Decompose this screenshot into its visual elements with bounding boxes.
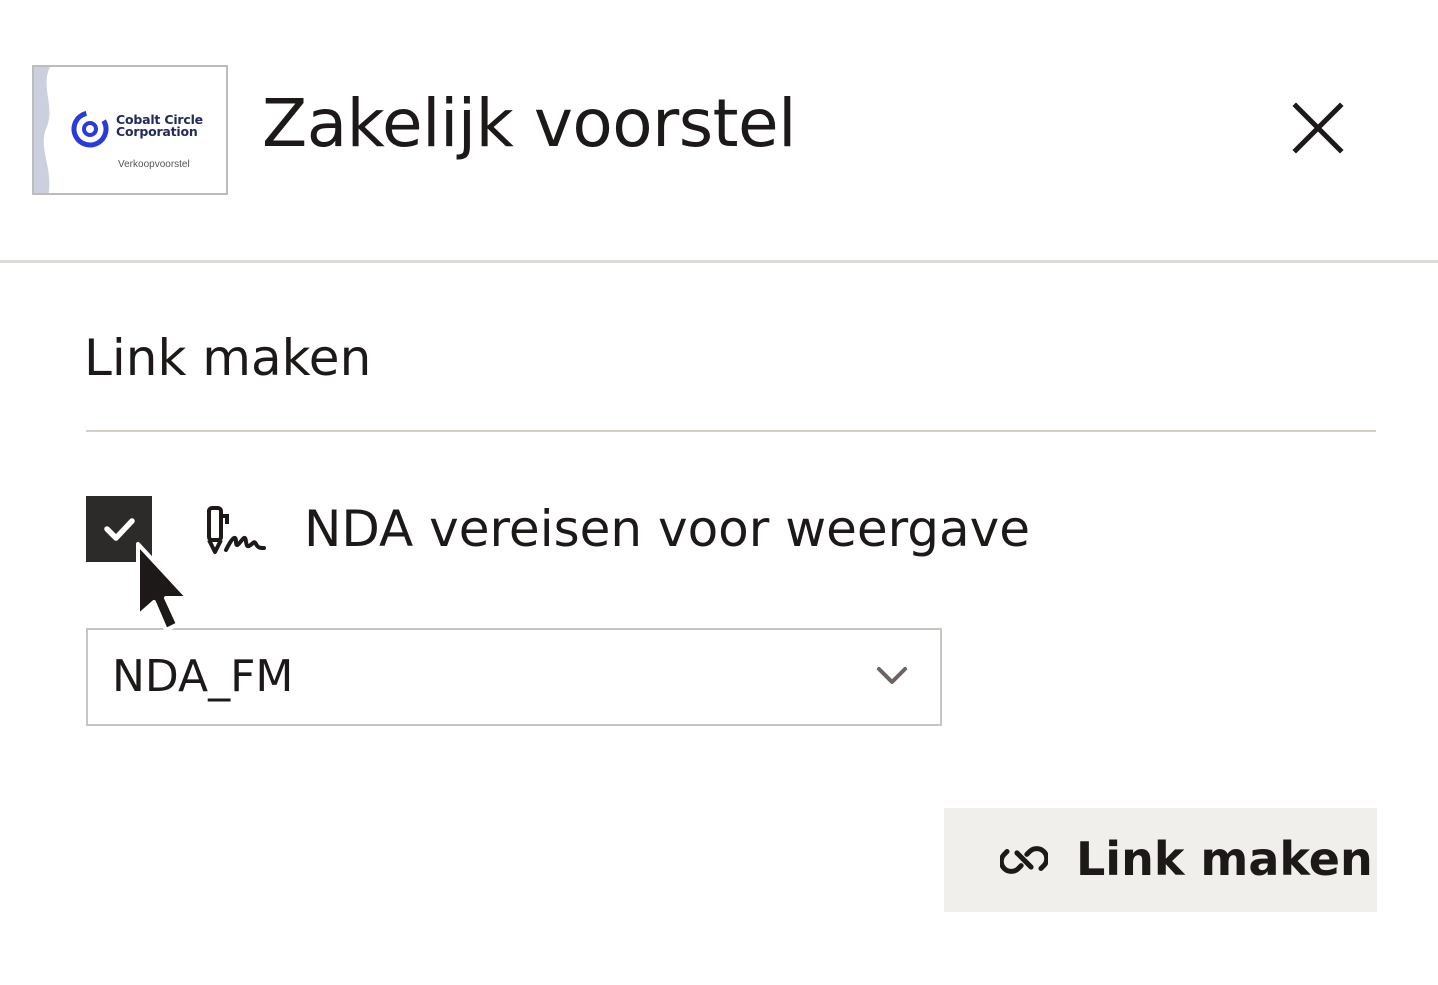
close-icon — [1292, 102, 1344, 154]
create-link-button[interactable]: Link maken — [944, 808, 1377, 912]
header-divider — [0, 260, 1438, 263]
checkmark-icon — [104, 518, 135, 541]
company-logo-icon — [71, 110, 109, 148]
require-nda-label[interactable]: NDA vereisen voor weergave — [304, 497, 1030, 561]
section-divider — [86, 430, 1376, 432]
link-icon — [1000, 846, 1048, 874]
require-nda-checkbox[interactable] — [86, 496, 152, 562]
section-title: Link maken — [84, 329, 372, 387]
document-title: Zakelijk voorstel — [262, 85, 797, 162]
nda-select-value: NDA_FM — [112, 651, 294, 702]
document-thumbnail: Cobalt Circle Corporation Verkoopvoorste… — [32, 65, 228, 195]
company-name: Cobalt Circle Corporation — [116, 112, 203, 139]
nda-template-select[interactable]: NDA_FM — [86, 628, 942, 726]
share-link-dialog: Cobalt Circle Corporation Verkoopvoorste… — [0, 0, 1438, 985]
document-type-label: Verkoopvoorstel — [118, 159, 190, 170]
signature-icon — [207, 506, 266, 554]
create-link-label: Link maken — [1076, 832, 1373, 886]
close-button[interactable] — [1282, 92, 1354, 164]
chevron-down-icon — [877, 667, 907, 684]
thumbnail-wave-strip — [34, 67, 50, 193]
